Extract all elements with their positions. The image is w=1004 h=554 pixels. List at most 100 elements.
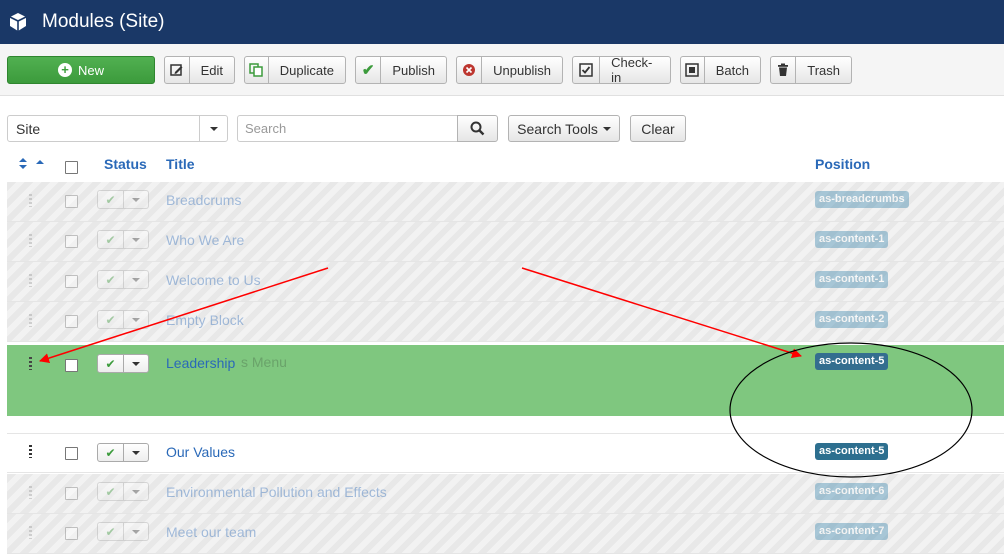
search-icon: [470, 121, 485, 136]
published-check-icon: ✔: [98, 444, 124, 461]
row-checkbox[interactable]: [65, 275, 78, 288]
drag-handle-icon[interactable]: [29, 234, 32, 247]
chevron-down-icon: [124, 523, 148, 540]
position-badge: as-content-6: [815, 483, 889, 500]
checkin-label: Check-in: [611, 55, 653, 85]
plus-icon: +: [57, 63, 72, 77]
status-toggle[interactable]: ✔: [97, 482, 149, 501]
table-row: ✔ Who We Are as-content-1: [7, 222, 1004, 262]
client-select-value: Site: [16, 120, 41, 137]
drag-handle-icon[interactable]: [29, 486, 32, 499]
chevron-down-icon: [124, 311, 148, 328]
status-toggle[interactable]: ✔: [97, 310, 149, 329]
clear-label: Clear: [641, 120, 675, 137]
trash-button[interactable]: Trash: [770, 56, 852, 84]
new-button[interactable]: + New: [7, 56, 155, 84]
row-title-link[interactable]: Meet our team: [166, 524, 256, 540]
row-checkbox[interactable]: [65, 487, 78, 500]
row-title-link[interactable]: Empty Block: [166, 312, 244, 328]
published-check-icon: ✔: [98, 523, 124, 540]
edit-icon: [165, 57, 190, 83]
published-check-icon: ✔: [98, 271, 124, 288]
batch-button[interactable]: Batch: [680, 56, 761, 84]
ghost-row-title: s Menu: [241, 354, 287, 370]
chevron-down-icon: [124, 191, 148, 208]
position-badge: as-breadcrumbs: [815, 191, 909, 208]
table-row: ✔ Our Values as-content-5: [7, 433, 1004, 473]
column-position[interactable]: Position: [815, 156, 870, 172]
drag-handle-icon[interactable]: [29, 274, 32, 287]
search-tools-label: Search Tools: [517, 120, 598, 137]
row-checkbox[interactable]: [65, 195, 78, 208]
position-badge: as-content-2: [815, 311, 889, 328]
row-checkbox[interactable]: [65, 315, 78, 328]
drag-handle-icon[interactable]: [29, 445, 32, 458]
edit-button[interactable]: Edit: [164, 56, 235, 84]
drag-handle-icon[interactable]: [29, 314, 32, 327]
row-title-link[interactable]: Our Values: [166, 444, 235, 460]
duplicate-button[interactable]: Duplicate: [244, 56, 346, 84]
status-toggle[interactable]: ✔: [97, 443, 149, 462]
unpublish-label: Unpublish: [493, 62, 551, 78]
drag-handle-icon[interactable]: [29, 357, 32, 370]
chevron-down-icon: [124, 231, 148, 248]
page-title: Modules (Site): [42, 11, 165, 32]
status-toggle[interactable]: ✔: [97, 522, 149, 541]
row-title-link[interactable]: Leadership: [166, 355, 235, 371]
batch-label: Batch: [715, 62, 749, 78]
row-title-link[interactable]: Who We Are: [166, 232, 244, 248]
caret-down-icon: [602, 126, 611, 131]
table-row: ✔ Welcome to Us as-content-1: [7, 262, 1004, 302]
position-badge: as-content-5: [815, 443, 889, 460]
status-toggle[interactable]: ✔: [97, 354, 149, 373]
ordering-sort-icon[interactable]: [17, 157, 47, 171]
table-row: ✔ Empty Block as-content-2: [7, 302, 1004, 342]
row-checkbox[interactable]: [65, 235, 78, 248]
column-status[interactable]: Status: [104, 156, 147, 172]
edit-label: Edit: [200, 62, 223, 78]
client-select[interactable]: Site: [7, 115, 228, 142]
drag-handle-icon[interactable]: [29, 194, 32, 207]
publish-label: Publish: [392, 62, 435, 78]
search-input[interactable]: [237, 115, 458, 142]
trash-icon: [771, 57, 797, 83]
unpublish-button[interactable]: Unpublish: [456, 56, 563, 84]
clear-button[interactable]: Clear: [630, 115, 686, 142]
chevron-down-icon: [124, 271, 148, 288]
select-all-checkbox[interactable]: [65, 161, 78, 174]
row-title-link[interactable]: Environmental Pollution and Effects: [166, 484, 387, 500]
table-row: ✔ Breadcrums as-breadcrumbs: [7, 182, 1004, 222]
search-tools-button[interactable]: Search Tools: [508, 115, 620, 142]
drag-handle-icon[interactable]: [29, 526, 32, 539]
publish-button[interactable]: ✔ Publish: [355, 56, 447, 84]
position-badge: as-content-7: [815, 523, 889, 540]
position-badge: as-content-1: [815, 271, 889, 288]
row-checkbox[interactable]: [65, 447, 78, 460]
batch-icon: [681, 57, 705, 83]
table-row: ✔ Meet our team as-content-7: [7, 514, 1004, 554]
checkin-button[interactable]: Check-in: [572, 55, 671, 85]
page-header: Modules (Site): [0, 0, 1004, 44]
status-toggle[interactable]: ✔: [97, 270, 149, 289]
unpublish-icon: [457, 57, 483, 83]
copy-icon: [245, 57, 269, 83]
chevron-down-icon: [124, 355, 148, 372]
published-check-icon: ✔: [98, 191, 124, 208]
row-checkbox[interactable]: [65, 359, 78, 372]
chevron-down-icon: [124, 483, 148, 500]
search-button[interactable]: [457, 115, 498, 142]
new-label: New: [77, 62, 104, 78]
column-title[interactable]: Title: [166, 156, 195, 172]
row-title-link[interactable]: Welcome to Us: [166, 272, 261, 288]
row-title-link[interactable]: Breadcrums: [166, 192, 241, 208]
checkbox-checked-icon: [573, 57, 601, 83]
chevron-down-icon: [199, 116, 227, 141]
status-toggle[interactable]: ✔: [97, 230, 149, 249]
cube-icon: [9, 13, 27, 31]
position-badge: as-content-5: [815, 353, 889, 370]
chevron-down-icon: [124, 444, 148, 461]
position-badge: as-content-1: [815, 231, 889, 248]
dragging-table-row[interactable]: ✔ s Menu Leadership as-content-5: [7, 345, 1004, 416]
table-row: ✔ Environmental Pollution and Effects as…: [7, 474, 1004, 514]
status-toggle[interactable]: ✔: [97, 190, 149, 209]
